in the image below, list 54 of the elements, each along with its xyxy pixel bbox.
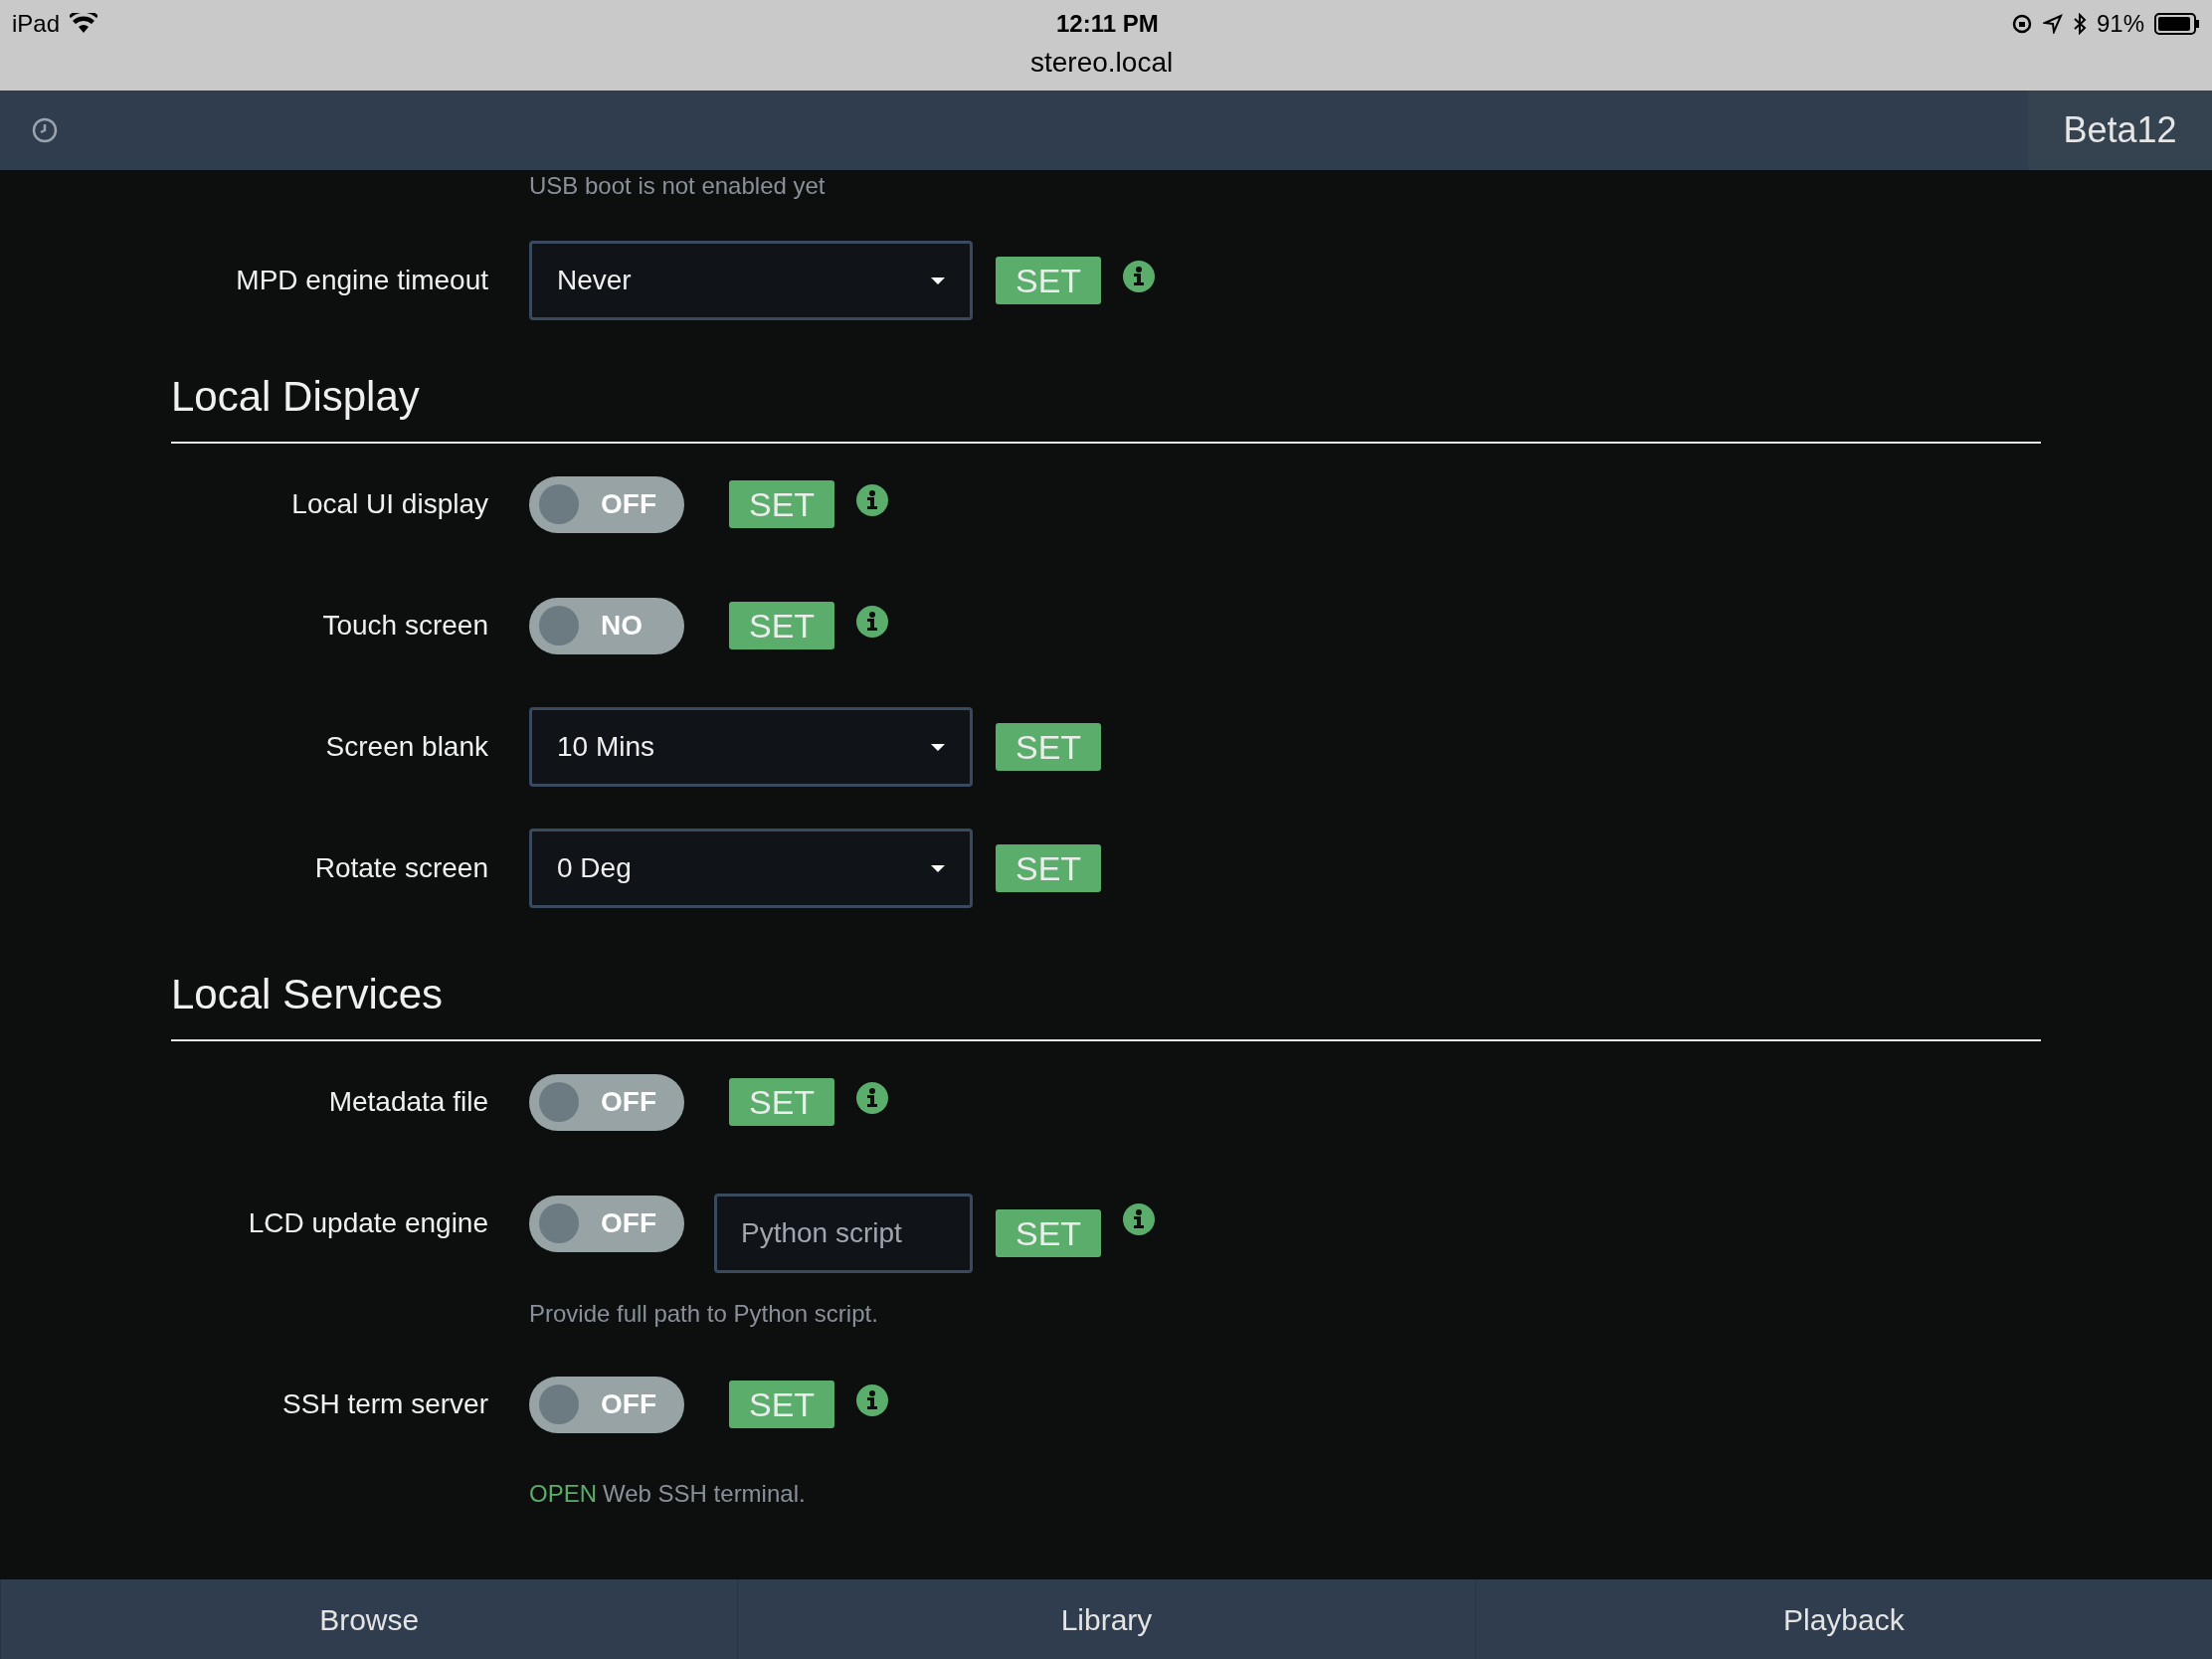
set-button[interactable]: SET: [996, 257, 1102, 304]
set-button[interactable]: SET: [729, 1078, 835, 1126]
section-heading: Local Services: [171, 970, 444, 1019]
toggle-switch[interactable]: OFF: [529, 475, 684, 533]
nav-tab[interactable]: Library: [737, 1579, 1475, 1659]
caret-icon: [931, 276, 945, 284]
rotation-lock-icon: [2010, 13, 2033, 35]
set-button[interactable]: SET: [996, 844, 1102, 892]
dropdown[interactable]: 0 Deg: [529, 829, 973, 908]
toggle-switch[interactable]: OFF: [529, 1376, 684, 1433]
setting-label: Metadata file: [328, 1085, 488, 1119]
info-icon[interactable]: [856, 1384, 889, 1416]
info-icon[interactable]: [856, 484, 889, 516]
text-input[interactable]: Python script: [714, 1194, 973, 1273]
help-text: USB boot is not enabled yet: [529, 171, 826, 201]
set-button[interactable]: SET: [729, 602, 835, 649]
help-text: Web SSH terminal.: [603, 1479, 806, 1509]
set-button[interactable]: SET: [996, 723, 1102, 771]
version-badge: Beta12: [2028, 91, 2212, 170]
bluetooth-icon: [2072, 13, 2087, 35]
clock-icon[interactable]: [32, 117, 58, 143]
set-button[interactable]: SET: [729, 1381, 835, 1428]
set-button[interactable]: SET: [996, 1209, 1102, 1257]
setting-label: LCD update engine: [248, 1206, 488, 1240]
setting-label: MPD engine timeout: [236, 264, 488, 297]
info-icon[interactable]: [856, 1082, 889, 1114]
caret-icon: [931, 864, 945, 872]
battery-percent: 91%: [2096, 9, 2144, 39]
setting-label: SSH term server: [282, 1387, 488, 1421]
set-button[interactable]: SET: [729, 480, 835, 528]
setting-label: Rotate screen: [314, 851, 488, 885]
open-link[interactable]: OPEN: [529, 1476, 597, 1512]
dropdown[interactable]: Never: [529, 241, 973, 320]
battery-icon: [2154, 13, 2200, 35]
caret-icon: [931, 743, 945, 751]
info-icon[interactable]: [1123, 1203, 1156, 1235]
info-icon[interactable]: [856, 606, 889, 638]
help-text: Provide full path to Python script.: [529, 1299, 878, 1329]
nav-tab[interactable]: Playback: [1474, 1579, 2212, 1659]
wifi-icon: [70, 13, 98, 35]
setting-label: Screen blank: [325, 730, 488, 764]
url-address: stereo.local: [1030, 46, 1174, 80]
info-icon[interactable]: [1123, 261, 1156, 292]
section-heading: Local Display: [171, 372, 420, 422]
dropdown[interactable]: 10 Mins: [529, 707, 973, 787]
toggle-switch[interactable]: NO: [529, 597, 684, 654]
device-name: iPad: [12, 9, 61, 39]
toggle-switch[interactable]: OFF: [529, 1073, 684, 1131]
setting-label: Local UI display: [291, 487, 488, 521]
location-arrow-icon: [2042, 14, 2063, 34]
setting-label: Touch screen: [322, 609, 488, 643]
toggle-switch[interactable]: OFF: [529, 1195, 684, 1252]
clock-time: 12:11 PM: [1056, 9, 1159, 39]
nav-tab[interactable]: Browse: [0, 1579, 738, 1659]
